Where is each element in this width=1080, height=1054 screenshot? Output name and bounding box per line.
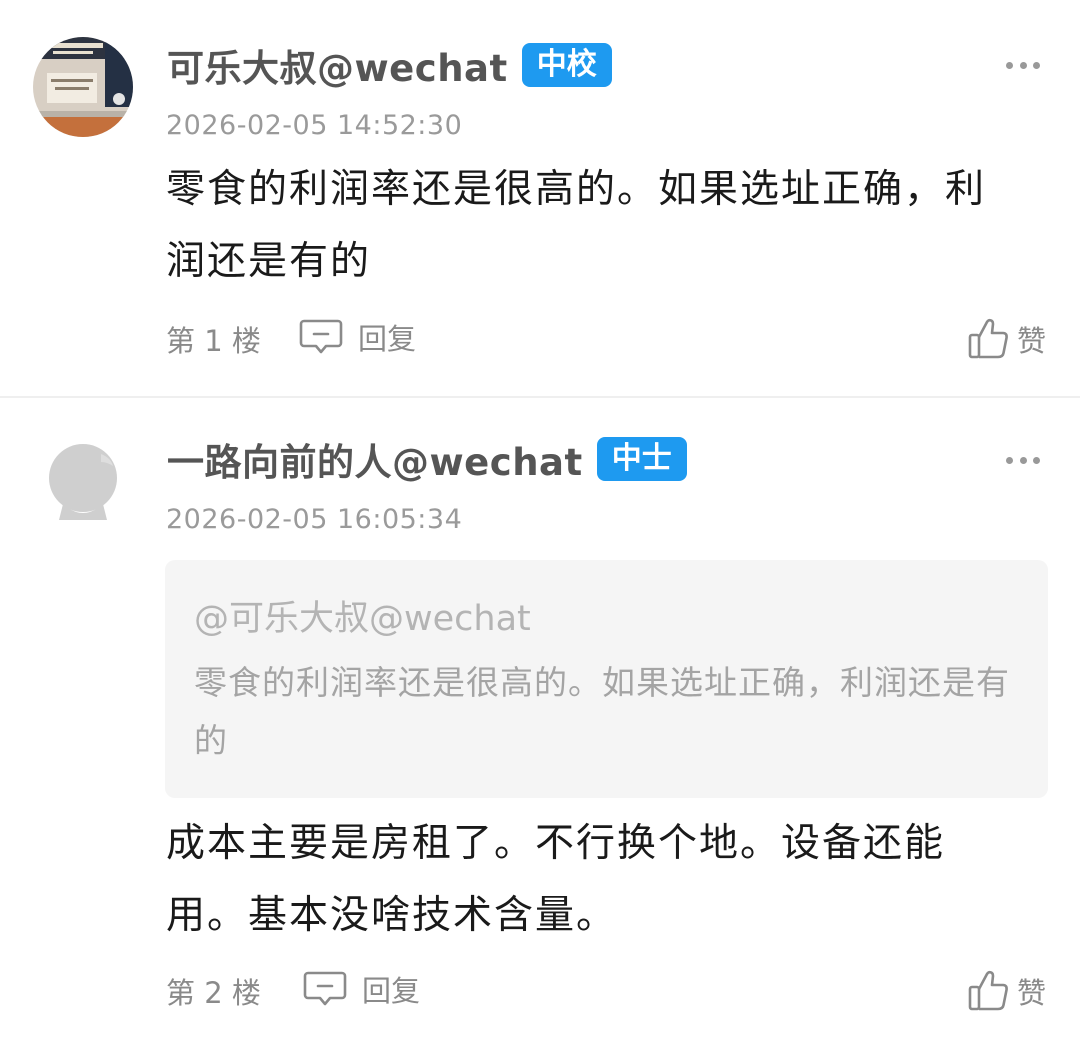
username[interactable]: 可乐大叔@wechat [167, 38, 508, 92]
reply-icon [299, 319, 343, 354]
like-icon [968, 318, 1008, 359]
floor-number: 第 2 楼 [166, 976, 261, 1010]
comment-footer: 第 2 楼 回复 赞 [166, 966, 1046, 1016]
comment-item: 可乐大叔@wechat 中校 2026-02-05 14:52:30 零食的利润… [0, 0, 1080, 396]
comment-item: 一路向前的人@wechat 中士 2026-02-05 16:05:34 @可乐… [0, 398, 1080, 1054]
username[interactable]: 一路向前的人@wechat [167, 432, 583, 486]
more-icon[interactable] [1006, 455, 1040, 465]
reply-icon [303, 971, 347, 1006]
rank-badge: 中士 [596, 437, 687, 481]
like-label: 赞 [1016, 324, 1046, 358]
floor-number: 第 1 楼 [166, 324, 261, 358]
comment-body: 零食的利润率还是很高的。如果选址正确，利润还是有的 [166, 167, 987, 284]
comment-body: 成本主要是房租了。不行换个地。设备还能用。基本没啥技术含量。 [166, 821, 946, 938]
more-icon[interactable] [1006, 60, 1040, 70]
avatar[interactable] [33, 432, 133, 532]
rank-badge: 中校 [521, 43, 612, 87]
reply-button[interactable]: 回复 [298, 314, 416, 360]
quoted-comment[interactable]: @可乐大叔@wechat 零食的利润率还是很高的。如果选址正确，利润还是有的 [165, 560, 1048, 798]
quote-author: @可乐大叔@wechat [194, 599, 531, 639]
avatar[interactable] [33, 37, 133, 137]
reply-label: 回复 [358, 322, 417, 356]
like-button[interactable]: 赞 [967, 314, 1046, 364]
quote-text: 零食的利润率还是很高的。如果选址正确，利润还是有的 [194, 663, 1010, 760]
like-label: 赞 [1016, 976, 1046, 1010]
comment-footer: 第 1 楼 回复 赞 [166, 314, 1046, 364]
timestamp: 2026-02-05 16:05:34 [166, 504, 463, 535]
like-icon [968, 970, 1008, 1011]
reply-label: 回复 [362, 974, 421, 1008]
like-button[interactable]: 赞 [967, 966, 1046, 1016]
timestamp: 2026-02-05 14:52:30 [166, 110, 463, 141]
avatar-image [33, 37, 133, 137]
default-avatar-icon [33, 432, 133, 532]
reply-button[interactable]: 回复 [302, 966, 420, 1012]
user-info: 可乐大叔@wechat 中校 [167, 40, 612, 90]
user-info: 一路向前的人@wechat 中士 [167, 434, 687, 484]
